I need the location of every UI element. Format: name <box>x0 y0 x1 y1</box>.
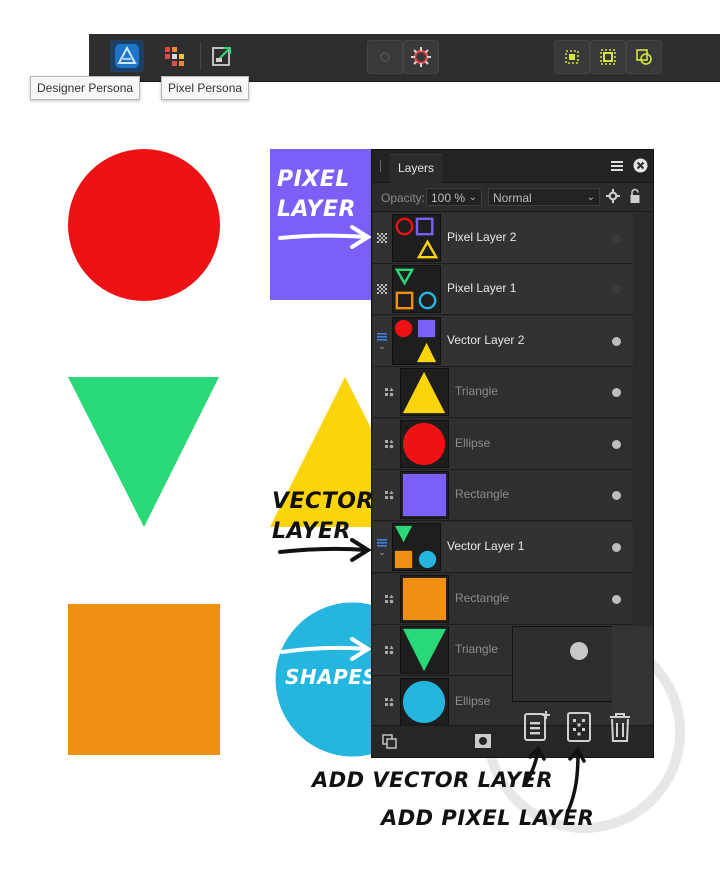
chevron-down-icon: ⌄ <box>586 192 595 203</box>
layers-tabbar: Layers <box>372 150 653 183</box>
chevron-down-icon[interactable]: ⌄ <box>378 547 386 557</box>
visibility-toggle[interactable] <box>612 595 621 604</box>
layer-row-ellipse[interactable]: Ellipse <box>373 419 633 470</box>
opacity-row: Opacity: 100 % ⌄ Normal ⌄ <box>372 183 653 212</box>
layers-panel: Layers Opacity: 100 % ⌄ Normal ⌄ Pixel L… <box>371 149 654 758</box>
layers-stack-icon <box>382 734 397 749</box>
layer-row-pixel-layer-2[interactable]: Pixel Layer 2 <box>373 213 633 264</box>
layer-row-triangle[interactable]: Triangle <box>373 367 633 418</box>
mask-icon <box>475 734 491 748</box>
layer-name: Pixel Layer 2 <box>447 230 517 244</box>
chevron-down-icon: ⌄ <box>468 192 477 203</box>
layer-name: Pixel Layer 1 <box>447 281 517 295</box>
visibility-toggle-magnified[interactable] <box>570 642 588 660</box>
group-layer-icon: ⌄ <box>375 316 389 366</box>
opacity-dropdown[interactable]: 100 % ⌄ <box>426 188 482 206</box>
visibility-toggle[interactable] <box>612 491 621 500</box>
pixel-layer-annotation: PIXEL LAYER <box>277 167 356 222</box>
layer-row-vector-layer-2[interactable]: ⌄ Vector Layer 2 <box>373 316 633 367</box>
layer-row-pixel-layer-1[interactable]: Pixel Layer 1 <box>373 264 633 315</box>
layer-thumbnail <box>400 575 449 623</box>
blend-options-button[interactable] <box>606 189 620 208</box>
arrow-to-add-pixel-icon <box>566 751 580 813</box>
layer-row-vector-layer-1[interactable]: ⌄ Vector Layer 1 <box>373 522 633 573</box>
orange-square[interactable] <box>68 604 220 755</box>
visibility-toggle[interactable] <box>612 543 621 552</box>
delete-layer-button[interactable] <box>608 711 632 748</box>
pixel-layer-icon <box>375 213 389 263</box>
layer-name: Vector Layer 2 <box>447 333 525 347</box>
layer-thumbnail <box>400 471 449 519</box>
layer-row-rectangle[interactable]: Rectangle <box>373 574 633 625</box>
tab-layers[interactable]: Layers <box>390 154 443 183</box>
layer-thumbnail <box>392 317 441 365</box>
layer-thumbnail <box>392 265 441 313</box>
opacity-label: Opacity: <box>381 191 426 205</box>
panel-close-button[interactable] <box>633 158 648 178</box>
gear-icon <box>606 189 620 203</box>
visibility-toggle[interactable] <box>612 337 621 346</box>
layer-name: Vector Layer 1 <box>447 539 525 553</box>
layer-name: Triangle <box>455 642 498 656</box>
mask-layer-button[interactable] <box>475 734 491 753</box>
add-vector-layer-icon <box>524 711 550 741</box>
green-triangle[interactable] <box>68 377 219 527</box>
group-layer-icon: ⌄ <box>375 522 389 572</box>
trash-icon <box>610 713 630 742</box>
layer-row-rectangle[interactable]: Rectangle <box>373 470 633 521</box>
layer-name: Rectangle <box>455 591 510 605</box>
shape-layer-icon <box>382 677 396 727</box>
visibility-toggle[interactable] <box>612 234 621 243</box>
red-circle[interactable] <box>68 149 220 301</box>
add-vector-layer-button[interactable] <box>522 711 552 748</box>
shape-layer-icon <box>382 470 396 520</box>
add-pixel-layer-button[interactable] <box>566 711 592 748</box>
chevron-down-icon[interactable]: ⌄ <box>378 341 386 351</box>
vector-arrow-icon <box>278 538 372 562</box>
lock-icon <box>630 188 640 203</box>
shape-layer-icon <box>382 419 396 469</box>
lock-button[interactable] <box>629 188 641 209</box>
layer-name: Ellipse <box>455 694 491 708</box>
pixel-arrow-icon <box>278 225 372 249</box>
annotation-arrows <box>523 746 586 813</box>
layer-name: Triangle <box>455 384 498 398</box>
layer-thumbnail <box>400 420 449 468</box>
shapes-arrow-icon <box>280 637 372 661</box>
visibility-toggle[interactable] <box>612 440 621 449</box>
visibility-toggle[interactable] <box>612 388 621 397</box>
magnified-row-area <box>512 626 614 702</box>
shape-layer-icon <box>382 574 396 624</box>
hamburger-icon <box>611 161 623 171</box>
shape-layer-icon <box>382 367 396 417</box>
layer-thumbnail <box>400 678 449 726</box>
pixel-layer-icon <box>375 264 389 314</box>
add-pixel-layer-icon <box>567 712 591 742</box>
layer-thumbnail <box>400 626 449 674</box>
shape-layer-icon <box>382 625 396 675</box>
layer-name: Rectangle <box>455 487 510 501</box>
shapes-annotation: SHAPES <box>285 665 378 689</box>
blend-mode-dropdown[interactable]: Normal ⌄ <box>488 188 600 206</box>
opacity-value: 100 % <box>431 191 466 205</box>
layer-stack-button[interactable] <box>382 734 398 755</box>
layer-name: Ellipse <box>455 436 491 450</box>
panel-menu-button[interactable] <box>610 159 624 178</box>
layer-thumbnail <box>400 368 449 416</box>
blend-mode-value: Normal <box>493 191 532 205</box>
layer-thumbnail <box>392 523 441 571</box>
close-icon <box>633 158 648 173</box>
layer-thumbnail <box>392 214 441 262</box>
visibility-toggle[interactable] <box>612 285 621 294</box>
